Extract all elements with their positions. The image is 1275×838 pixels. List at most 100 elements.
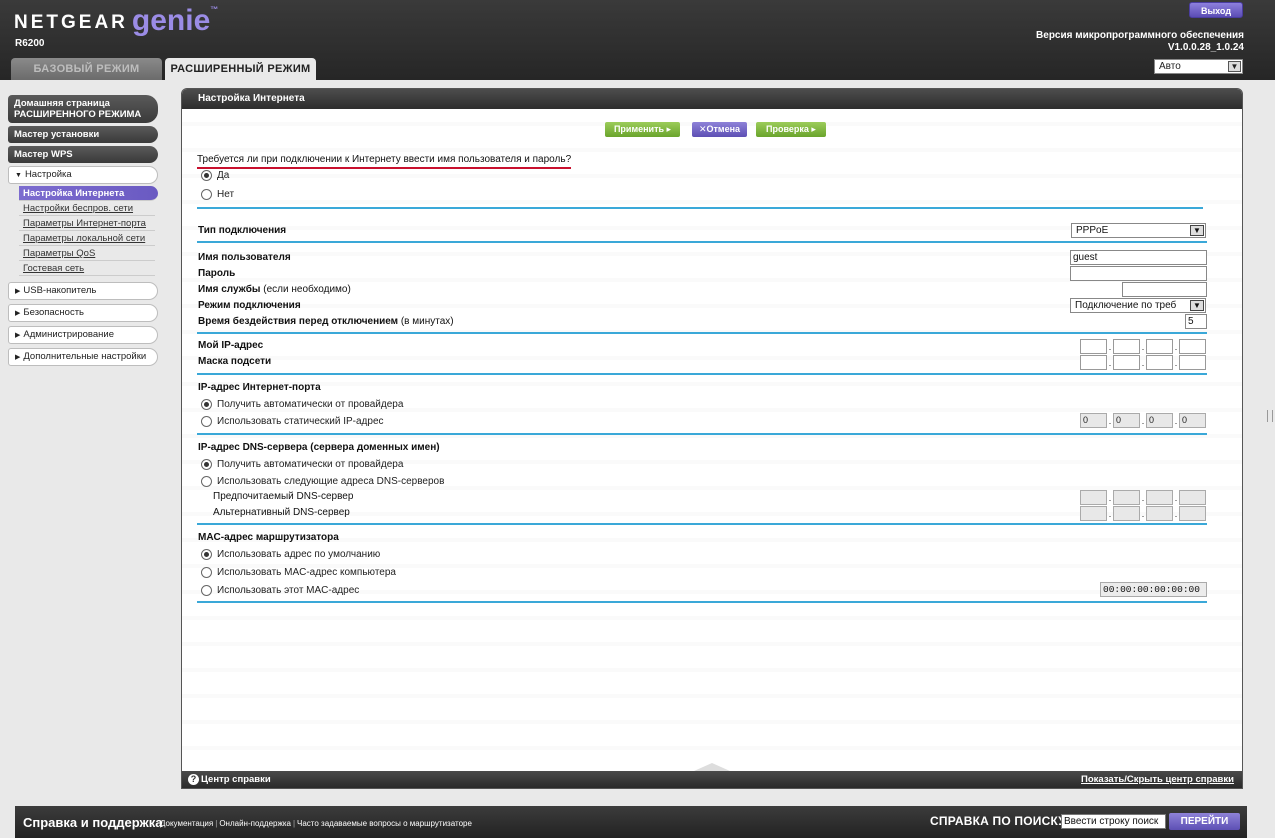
sidebar-item-wireless-setup[interactable]: Настройки беспров. сети <box>19 201 155 216</box>
support-links: Документация | Онлайн-поддержка | Часто зада… <box>160 819 472 828</box>
sidebar-item-advanced-home[interactable]: Домашняя страница РАСШИРЕННОГО РЕЖИМА <box>8 95 158 123</box>
secondary-dns-label: Альтернативный DNS-сервер <box>213 507 350 518</box>
help-support-bar: Справка и поддержка Документация | Онлайн-… <box>15 806 1247 838</box>
triangle-right-icon: ▶ <box>15 288 21 295</box>
subnet-mask-label: Маска подсети <box>198 356 272 367</box>
triangle-down-icon: ▼ <box>15 172 22 179</box>
secondary-dns-input[interactable]: . . . <box>1080 506 1206 521</box>
login-required-question: Требуется ли при подключении к Интернету… <box>197 154 572 169</box>
search-help-label: СПРАВКА ПО ПОИСКУ <box>930 814 1066 828</box>
radio[interactable] <box>201 476 212 487</box>
password-label: Пароль <box>198 268 236 279</box>
setup-submenu: Настройка Интернета Настройки беспров. с… <box>8 186 158 276</box>
login-no-option[interactable]: Нет <box>201 189 234 200</box>
triangle-right-icon: ▶ <box>15 332 21 339</box>
mac-custom-option[interactable]: Использовать этот MAC-адрес <box>201 585 359 596</box>
mac-default-option[interactable]: Использовать адрес по умолчанию <box>201 549 380 560</box>
mac-address-input[interactable]: 00:00:00:00:00:00 <box>1100 582 1207 597</box>
radio-selected[interactable] <box>201 459 212 470</box>
panel-body: Применить ▸ ✕Отмена Проверка ▸ Требуется… <box>182 109 1242 772</box>
connection-type-select[interactable]: PPPoE ▼ <box>1071 223 1206 238</box>
sidebar-item-internet-setup[interactable]: Настройка Интернета <box>19 186 158 201</box>
expand-up-icon[interactable] <box>694 763 730 771</box>
help-center-link[interactable]: ? Центр справки <box>188 771 271 788</box>
internet-setup-panel: Настройка Интернета Применить ▸ ✕Отмена … <box>181 88 1243 789</box>
dns-manual-option[interactable]: Использовать следующие адреса DNS-сервер… <box>201 476 444 487</box>
mac-heading: MAC-адрес маршрутизатора <box>198 532 339 543</box>
radio-selected[interactable] <box>201 399 212 410</box>
online-support-link[interactable]: Онлайн-поддержка <box>219 819 291 828</box>
divider <box>197 332 1207 334</box>
radio-selected[interactable] <box>201 170 212 181</box>
router-model: R6200 <box>15 38 45 49</box>
language-select[interactable]: Авто ▼ <box>1154 59 1243 74</box>
wan-ip-auto-option[interactable]: Получить автоматически от провайдера <box>201 399 403 410</box>
sidebar-item-security[interactable]: ▶ Безопасность <box>8 304 158 322</box>
my-ip-input[interactable]: . . . <box>1080 339 1206 354</box>
sidebar-item-setup-wizard[interactable]: Мастер установки <box>8 126 158 143</box>
wan-ip-heading: IP-адрес Интернет-порта <box>198 382 321 393</box>
sidebar: Домашняя страница РАСШИРЕННОГО РЕЖИМА Ма… <box>8 95 158 370</box>
cancel-button[interactable]: ✕Отмена <box>692 122 747 137</box>
sidebar-item-wan-setup[interactable]: Параметры Интернет-порта <box>19 216 155 231</box>
subnet-mask-input[interactable]: . . . <box>1080 355 1206 370</box>
triangle-right-icon: ▶ <box>15 354 21 361</box>
mac-computer-option[interactable]: Использовать MAC-адрес компьютера <box>201 567 396 578</box>
toggle-help-center-link[interactable]: Показать/Скрыть центр справки <box>1081 771 1234 788</box>
documentation-link[interactable]: Документация <box>160 819 213 828</box>
search-input[interactable]: Ввести строку поиск <box>1061 814 1166 829</box>
primary-dns-label: Предпочитаемый DNS-сервер <box>213 491 354 502</box>
sidebar-item-administration[interactable]: ▶ Администрирование <box>8 326 158 344</box>
username-input[interactable]: guest <box>1070 250 1207 265</box>
tab-basic-mode[interactable]: БАЗОВЫЙ РЕЖИМ <box>11 58 162 80</box>
sidebar-item-wps-wizard[interactable]: Мастер WPS <box>8 146 158 163</box>
sidebar-item-lan-setup[interactable]: Параметры локальной сети <box>19 231 155 246</box>
radio[interactable] <box>201 585 212 596</box>
password-input[interactable] <box>1070 266 1207 281</box>
divider <box>197 207 1203 209</box>
wan-ip-static-option[interactable]: Использовать статический IP-адрес <box>201 416 384 427</box>
connection-type-label: Тип подключения <box>198 225 287 236</box>
idle-timeout-label: Время бездействия перед отключением (в м… <box>198 316 454 327</box>
radio[interactable] <box>201 189 212 200</box>
my-ip-label: Мой IP-адрес <box>198 340 264 351</box>
username-label: Имя пользователя <box>198 252 291 263</box>
wan-static-ip-input[interactable]: 0. 0. 0. 0 <box>1080 413 1206 428</box>
divider <box>197 373 1207 375</box>
sidebar-item-usb-storage[interactable]: ▶ USB-накопитель <box>8 282 158 300</box>
firmware-version: V1.0.0.28_1.0.24 <box>1167 42 1244 53</box>
divider <box>197 433 1207 435</box>
apply-button[interactable]: Применить ▸ <box>605 122 680 137</box>
radio[interactable] <box>201 567 212 578</box>
radio-selected[interactable] <box>201 549 212 560</box>
top-header: NETGEAR genie™ R6200 Выход Версия микропр… <box>0 0 1275 80</box>
logout-button[interactable]: Выход <box>1189 2 1243 18</box>
sidebar-item-guest-network[interactable]: Гостевая сеть <box>19 261 155 276</box>
chevron-down-icon: ▼ <box>1228 61 1241 72</box>
panel-title: Настройка Интернета <box>182 89 1242 109</box>
divider <box>197 601 1207 603</box>
test-button[interactable]: Проверка ▸ <box>756 122 826 137</box>
faq-link[interactable]: Часто задаваемые вопросы о маршрутизатор… <box>297 819 472 828</box>
help-center-bar: ? Центр справки Показать/Скрыть центр спр… <box>182 763 1242 788</box>
search-go-button[interactable]: ПЕРЕЙТИ <box>1169 813 1240 830</box>
idle-timeout-input[interactable]: 5 <box>1185 314 1207 329</box>
dns-auto-option[interactable]: Получить автоматически от провайдера <box>201 459 403 470</box>
radio[interactable] <box>201 416 212 427</box>
dns-heading: IP-адрес DNS-сервера (сервера доменных и… <box>198 442 440 453</box>
help-support-title: Справка и поддержка <box>23 815 163 830</box>
service-name-input[interactable] <box>1122 282 1207 297</box>
tab-advanced-mode[interactable]: РАСШИРЕННЫЙ РЕЖИМ <box>165 58 316 80</box>
triangle-right-icon: ▶ <box>15 310 21 317</box>
scrollbar-grip[interactable] <box>1267 410 1273 422</box>
chevron-down-icon: ▼ <box>1190 300 1204 311</box>
connection-mode-select[interactable]: Подключение по треб ▼ <box>1070 298 1206 313</box>
sidebar-item-advanced-setup[interactable]: ▶ Дополнительные настройки <box>8 348 158 366</box>
primary-dns-input[interactable]: . . . <box>1080 490 1206 505</box>
sidebar-item-setup[interactable]: ▼ Настройка <box>8 166 158 184</box>
sidebar-item-qos-setup[interactable]: Параметры QoS <box>19 246 155 261</box>
login-yes-option[interactable]: Да <box>201 170 229 181</box>
service-name-label: Имя службы (если необходимо) <box>198 284 351 295</box>
chevron-down-icon: ▼ <box>1190 225 1204 236</box>
divider <box>197 241 1207 243</box>
